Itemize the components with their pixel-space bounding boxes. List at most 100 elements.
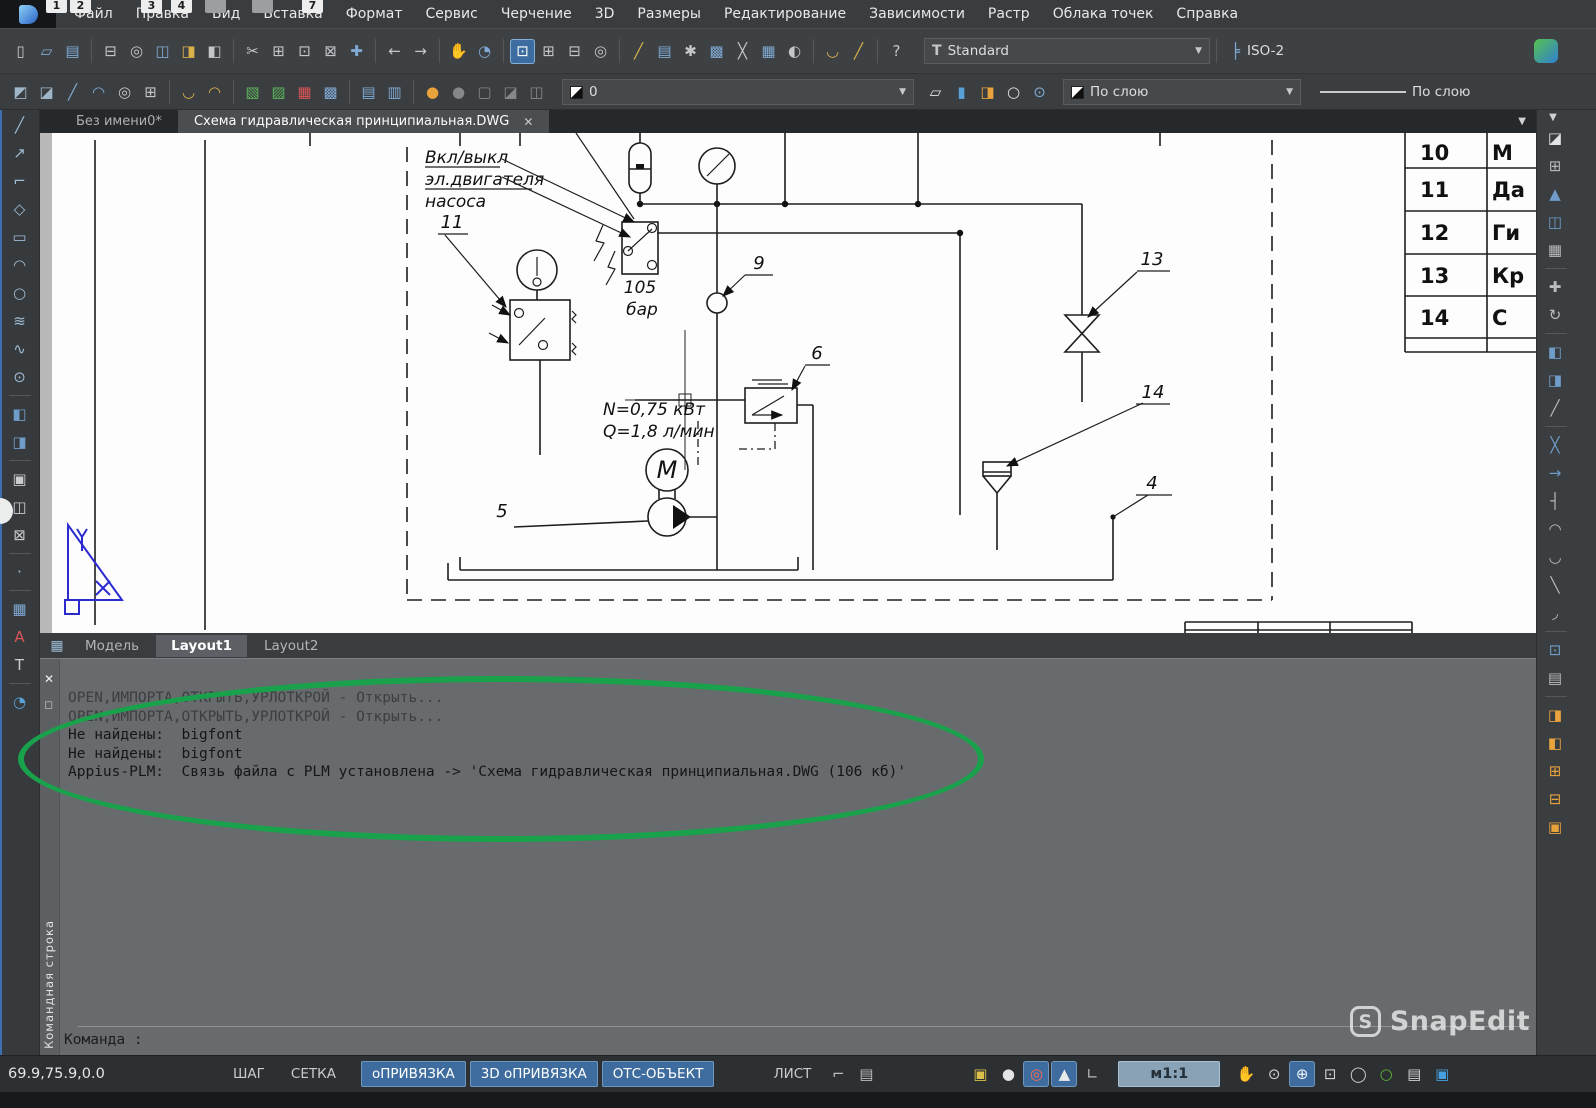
chevron-down-icon[interactable]: ▼ <box>1286 87 1293 97</box>
plugin-logo-icon[interactable] <box>1534 39 1558 63</box>
region-icon[interactable]: ◧ <box>6 401 34 427</box>
open-file-icon[interactable]: ▱ <box>34 39 59 64</box>
limits-icon[interactable]: ◡ <box>820 39 845 64</box>
freeze-icon[interactable]: ▢ <box>472 80 497 105</box>
draworder-back-icon[interactable]: ◧ <box>1541 730 1569 756</box>
export-pdf-icon[interactable]: ◫ <box>150 39 175 64</box>
autosnap-target-icon[interactable]: ◎ <box>1023 1061 1049 1087</box>
help-icon[interactable]: ? <box>884 39 909 64</box>
flat-shot-icon[interactable]: ▱ <box>923 80 948 105</box>
toggle-sheet[interactable]: ЛИСТ <box>762 1061 822 1087</box>
select-similar-icon[interactable]: ◪ <box>34 80 59 105</box>
table-icon[interactable]: ▦ <box>6 596 34 622</box>
view-3d-icon[interactable]: ▤ <box>356 80 381 105</box>
scale-button[interactable]: м1:1 <box>1118 1061 1220 1087</box>
print-preview-icon[interactable]: ◎ <box>124 39 149 64</box>
design-center-icon[interactable]: ✱ <box>678 39 703 64</box>
curve-tool-icon[interactable]: ◠ <box>202 80 227 105</box>
color-combo[interactable]: По слою ▼ <box>1063 79 1301 105</box>
menu-item[interactable]: Формат <box>346 6 403 22</box>
match-properties-icon[interactable]: ✚ <box>344 39 369 64</box>
revision-cloud-icon[interactable]: ≋ <box>6 308 34 334</box>
chevron-down-icon[interactable]: ▼ <box>899 87 906 97</box>
draworder-annot-icon[interactable]: ▣ <box>1541 814 1569 840</box>
chevron-down-icon[interactable]: ▼ <box>1195 46 1202 56</box>
paste-icon[interactable]: ⊡ <box>292 39 317 64</box>
tab-layout2[interactable]: Layout2 <box>249 635 333 657</box>
join-icon[interactable]: ◡ <box>1541 544 1569 570</box>
polygon-icon[interactable]: ◇ <box>6 196 34 222</box>
text-style-combo[interactable]: T Standard ▼ <box>924 38 1210 64</box>
spline-icon[interactable]: ∿ <box>6 336 34 362</box>
zoom-window-icon[interactable]: ⊡ <box>510 39 535 64</box>
sphere-icon[interactable]: ◔ <box>6 689 34 715</box>
chip-blue-icon[interactable]: ▮ <box>949 80 974 105</box>
angle-icon[interactable]: ◠ <box>86 80 111 105</box>
ring-green-icon[interactable]: ○ <box>1373 1061 1399 1087</box>
fillet-icon[interactable]: ◞ <box>1541 600 1569 626</box>
command-prompt[interactable]: Команда : <box>64 1032 143 1048</box>
menu-item[interactable]: Облака точек <box>1053 6 1154 22</box>
cursor-select-icon[interactable]: ▲ <box>1051 1061 1077 1087</box>
close-icon[interactable]: ✕ <box>44 673 54 685</box>
pan-icon[interactable]: ✋ <box>446 39 471 64</box>
layout-list-icon[interactable]: ▦ <box>46 638 68 654</box>
lock-faded-icon[interactable]: ◪ <box>498 80 523 105</box>
circle-icon[interactable]: ○ <box>6 280 34 306</box>
plot-faded-icon[interactable]: ◫ <box>524 80 549 105</box>
magnifier-icon[interactable]: ⊙ <box>1261 1061 1287 1087</box>
tool-palettes-icon[interactable]: ▩ <box>704 39 729 64</box>
chevron-down-icon[interactable]: ▼ <box>1539 112 1567 123</box>
chamfer-icon[interactable]: ╲ <box>1541 572 1569 598</box>
text-style-icon[interactable]: A <box>6 624 34 650</box>
lengthen-icon[interactable]: ╱ <box>1541 395 1569 421</box>
rectangle-icon[interactable]: ▭ <box>6 224 34 250</box>
utilities-icon[interactable]: ╳ <box>730 39 755 64</box>
batch-plot-icon[interactable]: ◧ <box>202 39 227 64</box>
trim-icon[interactable]: ╳ <box>1541 432 1569 458</box>
zoom-dynamic-icon[interactable]: ⊞ <box>536 39 561 64</box>
ellipse-icon[interactable]: ⊙ <box>6 364 34 390</box>
copy-object-icon[interactable]: ⊞ <box>1541 153 1569 179</box>
draworder-front-icon[interactable]: ◨ <box>1541 702 1569 728</box>
offset-icon[interactable]: ◫ <box>1541 209 1569 235</box>
close-tab-icon[interactable]: ✕ <box>523 115 533 129</box>
layer-combo[interactable]: 0 ▼ <box>562 79 914 105</box>
break-point-icon[interactable]: ┤ <box>1541 488 1569 514</box>
menu-item[interactable]: 3D <box>595 6 615 22</box>
extend-icon[interactable]: → <box>1541 460 1569 486</box>
dock-icon[interactable]: ◻ <box>44 699 53 711</box>
polyline-icon[interactable]: ⌐ <box>6 168 34 194</box>
tab-layout1[interactable]: Layout1 <box>156 635 247 657</box>
viewport-box-icon[interactable]: ▣ <box>1429 1061 1455 1087</box>
break-icon[interactable]: ◠ <box>1541 516 1569 542</box>
rotate-icon[interactable]: ↻ <box>1541 302 1569 328</box>
ellipse-o-icon[interactable]: ○ <box>1001 80 1026 105</box>
new-file-icon[interactable]: ▯ <box>8 39 33 64</box>
move-icon[interactable]: ✚ <box>1541 274 1569 300</box>
tab-model[interactable]: Модель <box>70 635 154 657</box>
pin-drop-icon[interactable]: ⊙ <box>1027 80 1052 105</box>
layer-state-icon[interactable]: ▨ <box>266 80 291 105</box>
arc-icon[interactable]: ◠ <box>6 252 34 278</box>
paste-special-icon[interactable]: ⊠ <box>318 39 343 64</box>
layer-new-icon[interactable]: ▧ <box>240 80 265 105</box>
measure-icon[interactable]: ╱ <box>60 80 85 105</box>
publish-icon[interactable]: ◨ <box>176 39 201 64</box>
zoom-in-icon[interactable]: ⊕ <box>1289 1061 1315 1087</box>
notification-icon[interactable]: ▣ <box>967 1061 993 1087</box>
point-icon[interactable]: · <box>6 559 34 585</box>
sheet-set-icon[interactable]: ▦ <box>756 39 781 64</box>
doc-tab-schema[interactable]: Схема гидравлическая принципиальная.DWG … <box>178 110 549 133</box>
group-icon[interactable]: ◩ <box>8 80 33 105</box>
zoom-window2-icon[interactable]: ⊡ <box>1317 1061 1343 1087</box>
block-edit-icon[interactable]: ⊠ <box>6 522 34 548</box>
undo-icon[interactable]: ← <box>382 39 407 64</box>
menu-item[interactable]: Черчение <box>501 6 572 22</box>
toggle-snap-step[interactable]: ШАГ <box>222 1061 276 1087</box>
grid-tool-icon[interactable]: ⊞ <box>138 80 163 105</box>
toggle-otrack[interactable]: ОТС-ОБЪЕКТ <box>602 1061 715 1087</box>
print-icon[interactable]: ⊟ <box>98 39 123 64</box>
draft-edit-icon[interactable]: ╱ <box>626 39 651 64</box>
menu-item[interactable]: Сервис <box>426 6 478 22</box>
